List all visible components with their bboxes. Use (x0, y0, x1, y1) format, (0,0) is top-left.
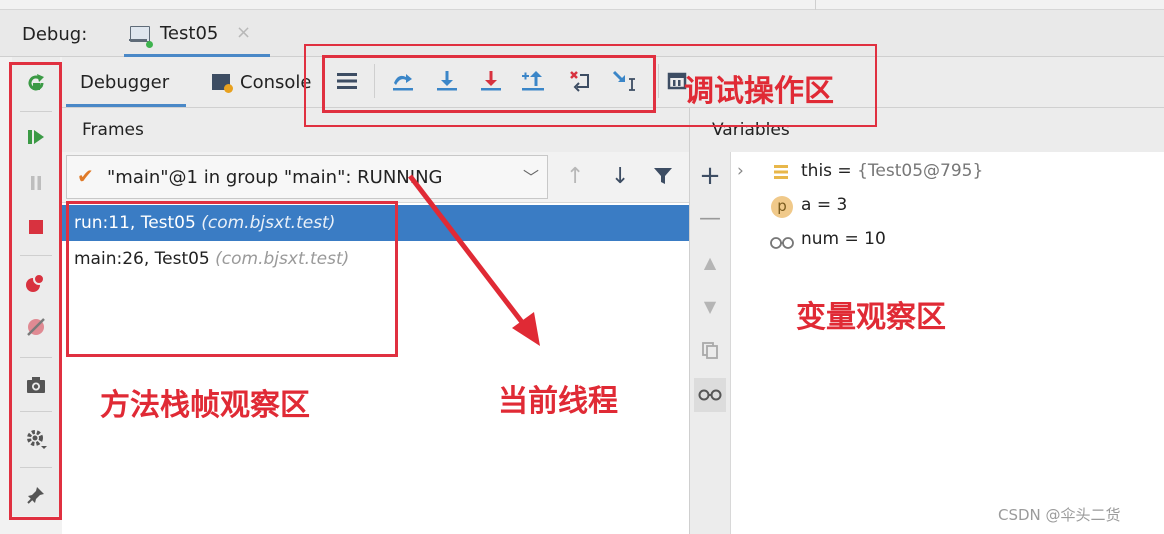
variable-name: num (801, 229, 840, 249)
variable-row-a[interactable]: p a = 3 (731, 192, 1151, 222)
annotation-box-left-toolbar (9, 62, 62, 520)
add-watch-icon[interactable]: + (694, 158, 726, 194)
filter-icon[interactable] (652, 165, 674, 193)
variable-row-this[interactable]: › this = {Test05@795} (731, 158, 1151, 188)
watermark: CSDN @伞头二货 (998, 506, 1121, 524)
top-divider-mark (815, 0, 816, 10)
running-indicator-icon (146, 41, 153, 48)
debug-label: Debug: (22, 24, 88, 45)
next-frame-icon[interactable]: ↓ (611, 165, 629, 189)
annotation-variables-area: 变量观察区 (796, 300, 946, 335)
variable-name: a (801, 195, 812, 215)
session-tab-test05[interactable]: Test05 × (124, 16, 270, 57)
console-icon (212, 74, 233, 93)
variable-value: 10 (864, 229, 886, 249)
annotation-arrow (408, 174, 540, 346)
top-strip (0, 0, 1164, 10)
watch-glasses-icon[interactable] (694, 378, 726, 412)
close-icon[interactable]: × (236, 22, 251, 43)
variables-tree: › this = {Test05@795} p a = 3 num = 10 (731, 152, 1164, 534)
session-tab-label: Test05 (160, 23, 219, 44)
run-config-icon (129, 26, 150, 42)
variable-value: {Test05@795} (857, 161, 984, 181)
variable-row-num[interactable]: num = 10 (731, 226, 1151, 256)
parameter-p-icon: p (771, 196, 793, 218)
annotation-box-frames (66, 201, 398, 357)
tab-debugger[interactable]: Debugger (66, 62, 186, 107)
annotation-debug-ops-area: 调试操作区 (684, 74, 834, 109)
chevron-right-icon[interactable]: › (737, 161, 744, 181)
move-down-icon[interactable]: ▼ (694, 288, 726, 324)
variable-value: 3 (836, 195, 848, 215)
variable-name: this (801, 161, 833, 181)
thread-selector-value: "main"@1 in group "main": RUNNING (107, 167, 443, 188)
tab-console-label: Console (240, 72, 312, 93)
watches-toolbar: + — ▲ ▼ (690, 152, 731, 534)
tab-console[interactable]: Console (202, 62, 314, 104)
frames-title: Frames (82, 120, 144, 140)
annotation-frames-area: 方法栈帧观察区 (100, 388, 310, 423)
watch-glasses-icon (769, 235, 797, 255)
checkmark-icon: ✔ (77, 164, 94, 188)
field-lines-icon (773, 163, 789, 186)
annotation-current-thread: 当前线程 (498, 384, 618, 419)
duplicate-watch-icon[interactable] (694, 332, 726, 368)
remove-watch-icon[interactable]: — (694, 200, 726, 236)
tab-debugger-label: Debugger (80, 72, 170, 93)
previous-frame-icon[interactable]: ↑ (566, 165, 584, 189)
move-up-icon[interactable]: ▲ (694, 244, 726, 280)
